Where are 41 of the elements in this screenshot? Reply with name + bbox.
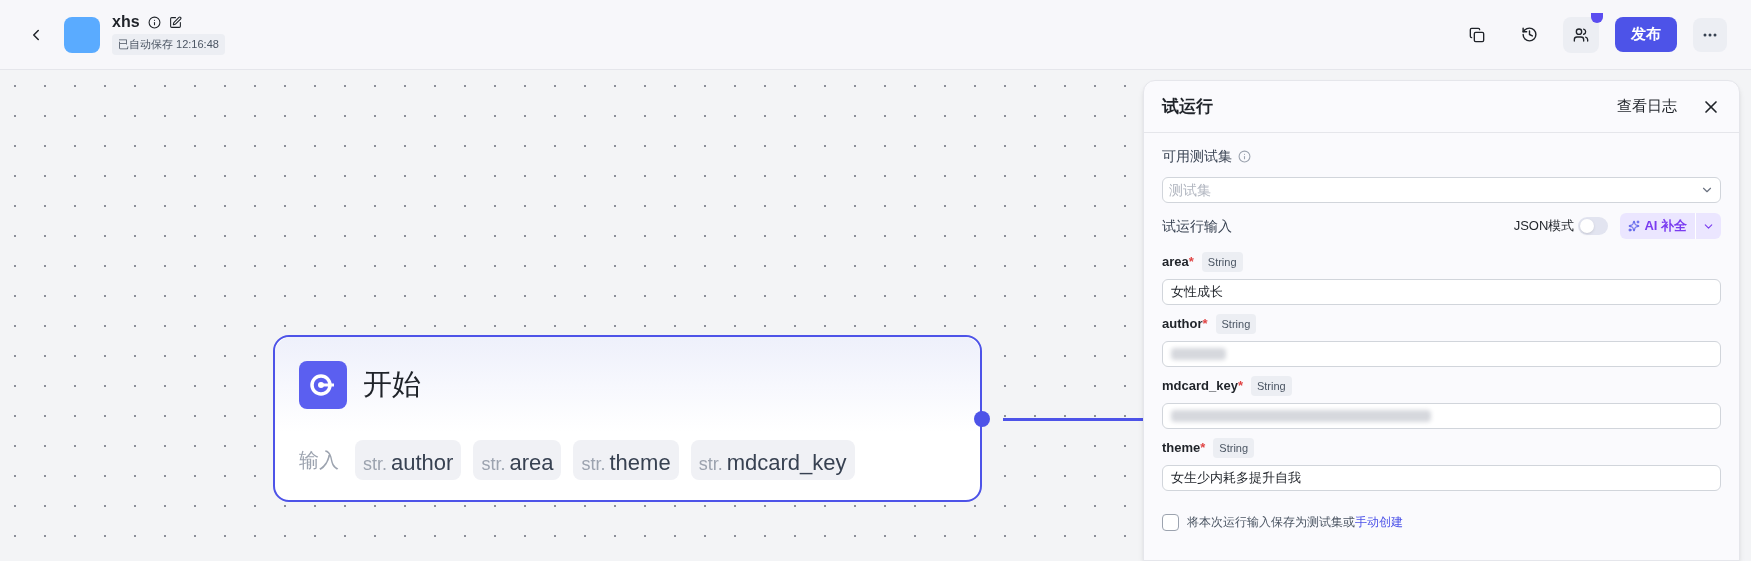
type-tag: String — [1215, 313, 1257, 335]
users-icon — [1573, 26, 1589, 43]
sparkle-icon — [1628, 220, 1641, 232]
save-checkbox[interactable] — [1162, 513, 1179, 531]
input-field[interactable]: 女性成长 — [1162, 279, 1721, 305]
start-icon — [299, 360, 347, 409]
param-tag: str. author — [355, 440, 462, 480]
type-tag: String — [1250, 375, 1292, 397]
publish-button[interactable]: 发布 — [1615, 17, 1677, 52]
start-node[interactable]: 开始 输入 str. author str. area str. theme str. mdcard_key — [273, 335, 982, 502]
manual-create-link[interactable]: 手动创建 — [1355, 515, 1403, 529]
json-mode-label: JSON模式 — [1513, 217, 1575, 236]
param-tag: str. mdcard_key — [690, 440, 855, 480]
app-icon — [64, 16, 100, 53]
test-set-label: 可用测试集 — [1162, 146, 1232, 166]
json-mode-toggle[interactable] — [1578, 217, 1609, 235]
type-tag: String — [1201, 251, 1243, 273]
copy-icon — [1469, 26, 1485, 43]
input-field[interactable]: 女生少内耗多提升自我 — [1162, 465, 1721, 491]
input-field[interactable] — [1162, 341, 1721, 367]
section-title: 试运行输入 — [1162, 216, 1232, 236]
param-tag: str. theme — [573, 440, 679, 480]
view-log-link[interactable]: 查看日志 — [1617, 95, 1677, 118]
autosave-status: 已自动保存 12:16:48 — [112, 34, 225, 55]
field-label: mdcard_key* — [1162, 377, 1243, 396]
param-tag: str. area — [473, 440, 562, 480]
panel-title: 试运行 — [1162, 95, 1213, 118]
ai-complete-button[interactable]: AI 补全 — [1620, 213, 1695, 239]
more-icon — [1703, 32, 1717, 37]
field-label: area* — [1162, 253, 1194, 272]
app-title: xhs — [112, 14, 140, 31]
node-title: 开始 — [363, 366, 421, 402]
edit-icon[interactable] — [168, 15, 182, 29]
info-icon[interactable] — [147, 15, 161, 29]
field-label: theme* — [1162, 439, 1206, 458]
save-option-text: 将本次运行输入保存为测试集或手动创建 — [1187, 514, 1403, 531]
history-icon — [1520, 26, 1538, 43]
input-label: 输入 — [299, 448, 339, 473]
field-label: author* — [1162, 315, 1208, 334]
input-field[interactable] — [1162, 403, 1721, 429]
type-tag: String — [1213, 437, 1255, 459]
